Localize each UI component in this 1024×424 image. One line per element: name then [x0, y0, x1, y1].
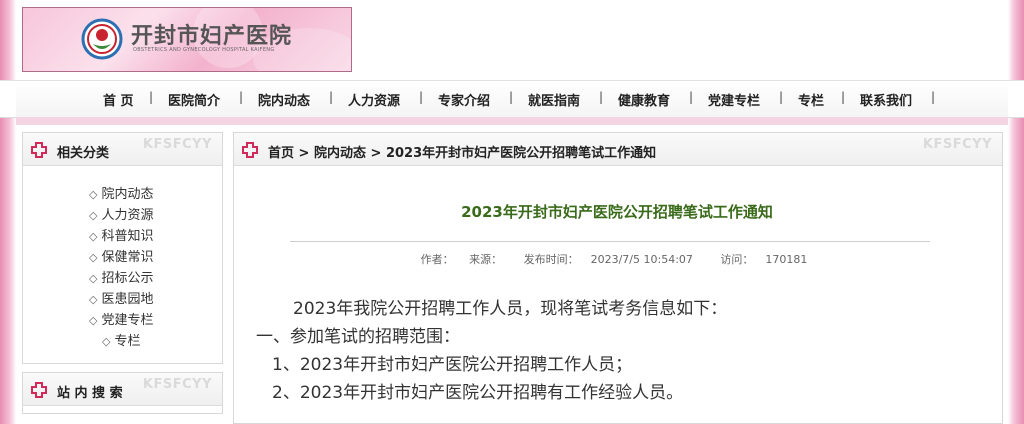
nav-separator: |: [931, 90, 936, 104]
category-item-news[interactable]: ◇ 院内动态: [89, 183, 153, 202]
source-label: 来源：: [469, 253, 503, 266]
category-item-science[interactable]: ◇ 科普知识: [89, 225, 153, 244]
site-header: 开封市妇产医院 OBSTETRICS AND GYNECOLOGY HOSPIT…: [16, 0, 1008, 80]
watermark: KFSFCYY: [142, 137, 212, 152]
nav-separator: |: [779, 90, 784, 104]
hospital-banner[interactable]: 开封市妇产医院 OBSTETRICS AND GYNECOLOGY HOSPIT…: [22, 7, 352, 72]
article-paragraph: 一、参加笔试的招聘范围：: [256, 327, 460, 347]
nav-health[interactable]: 健康教育: [618, 90, 670, 109]
nav-separator: |: [149, 90, 154, 104]
category-item-hr[interactable]: ◇ 人力资源: [89, 204, 153, 223]
published-time: 发布时间： 2023/7/5 10:54:07: [523, 253, 693, 266]
nav-separator: |: [689, 90, 694, 104]
hospital-name-en: OBSTETRICS AND GYNECOLOGY HOSPITAL KAIFE…: [133, 47, 275, 53]
nav-guide[interactable]: 就医指南: [528, 90, 580, 109]
diamond-bullet-icon: ◇: [89, 230, 98, 243]
medical-cross-icon: [31, 382, 47, 398]
diamond-bullet-icon: ◇: [89, 272, 98, 285]
nav-hr[interactable]: 人力资源: [348, 90, 400, 109]
article-paragraph: 1、2023年开封市妇产医院公开招聘工作人员；: [272, 355, 633, 375]
breadcrumb-bar: 首页 > 院内动态 > 2023年开封市妇产医院公开招聘笔试工作通知 KFSFC…: [234, 133, 1002, 166]
hospital-name: 开封市妇产医院: [131, 24, 293, 49]
diamond-bullet-icon: ◇: [89, 188, 98, 201]
category-item-column[interactable]: ◇ 专栏: [102, 330, 140, 349]
content-band: [16, 117, 1008, 125]
breadcrumb-current: 2023年开封市妇产医院公开招聘笔试工作通知: [385, 146, 657, 161]
medical-cross-icon: [242, 142, 258, 158]
main-nav: 首 页 | 医院简介 | 院内动态 | 人力资源 | 专家介绍 | 就医指南 |…: [0, 80, 1024, 118]
nav-separator: |: [419, 90, 424, 104]
nav-column[interactable]: 专栏: [798, 90, 824, 109]
category-panel-header: 相关分类 KFSFCYY: [23, 133, 222, 166]
category-panel: 相关分类 KFSFCYY ◇ 院内动态 ◇ 人力资源 ◇ 科普知识 ◇ 保健常识 ◇ 招标…: [22, 132, 223, 364]
nav-separator: |: [841, 90, 846, 104]
search-title: 站 内 搜 索: [57, 386, 123, 401]
nav-contact[interactable]: 联系我们: [860, 90, 912, 109]
watermark: KFSFCYY: [142, 377, 212, 392]
article-meta: 作者： 来源： 发布时间： 2023/7/5 10:54:07 访问： 170181: [234, 251, 1000, 267]
hospital-logo-icon: [81, 18, 123, 60]
category-title: 相关分类: [57, 146, 110, 161]
nav-news[interactable]: 院内动态: [258, 90, 310, 109]
watermark: KFSFCYY: [922, 137, 992, 152]
nav-separator: |: [239, 90, 244, 104]
diamond-bullet-icon: ◇: [89, 209, 98, 222]
category-item-tender[interactable]: ◇ 招标公示: [89, 267, 153, 286]
search-panel: 站 内 搜 索 KFSFCYY: [22, 372, 223, 414]
medical-cross-icon: [31, 142, 47, 158]
nav-home[interactable]: 首 页: [103, 90, 134, 109]
category-item-party[interactable]: ◇ 党建专栏: [89, 309, 153, 328]
article-paragraph: 2、2023年开封市妇产医院公开招聘有工作经验人员。: [272, 383, 684, 403]
diamond-bullet-icon: ◇: [89, 251, 98, 264]
nav-separator: |: [599, 90, 604, 104]
category-item-patient[interactable]: ◇ 医患园地: [89, 288, 153, 307]
visit-count: 访问： 170181: [720, 253, 808, 266]
diamond-bullet-icon: ◇: [89, 293, 98, 306]
author-label: 作者：: [420, 253, 454, 266]
diamond-bullet-icon: ◇: [102, 335, 111, 348]
search-panel-header: 站 内 搜 索 KFSFCYY: [23, 373, 222, 406]
nav-separator: |: [329, 90, 334, 104]
article-paragraph: 2023年我院公开招聘工作人员，现将笔试考务信息如下：: [293, 299, 728, 319]
breadcrumb-home[interactable]: 首页: [268, 146, 294, 161]
article-title: 2023年开封市妇产医院公开招聘笔试工作通知: [461, 203, 773, 221]
title-divider: [290, 241, 930, 242]
nav-separator: |: [509, 90, 514, 104]
article-panel: 首页 > 院内动态 > 2023年开封市妇产医院公开招聘笔试工作通知 KFSFC…: [233, 132, 1003, 424]
diamond-bullet-icon: ◇: [89, 314, 98, 327]
nav-experts[interactable]: 专家介绍: [438, 90, 490, 109]
breadcrumb-section[interactable]: 院内动态: [314, 146, 366, 161]
breadcrumb: 首页 > 院内动态 > 2023年开封市妇产医院公开招聘笔试工作通知: [268, 146, 657, 161]
nav-about[interactable]: 医院简介: [168, 90, 220, 109]
nav-party[interactable]: 党建专栏: [708, 90, 760, 109]
category-item-healthcare[interactable]: ◇ 保健常识: [89, 246, 153, 265]
